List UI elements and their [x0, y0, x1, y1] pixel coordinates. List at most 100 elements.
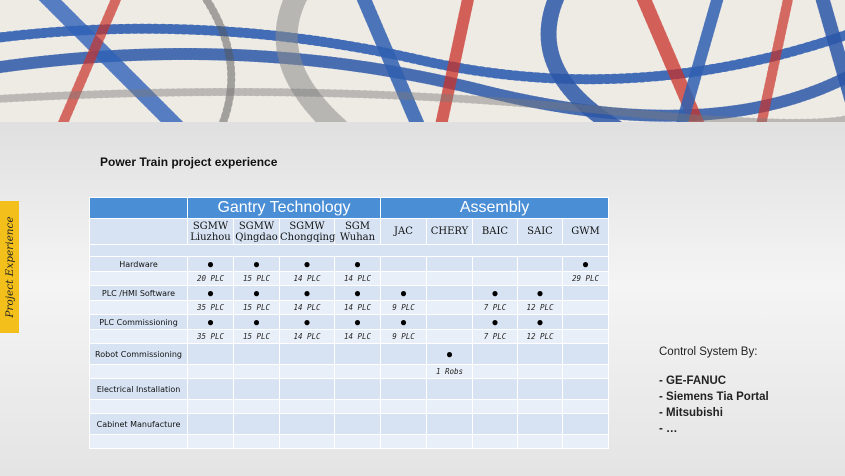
company-name: SGMW [238, 220, 275, 232]
filled-dot-icon: ● [279, 285, 335, 301]
table-value-row: 20 PLC 15 PLC 14 PLC 14 PLC 29 PLC [89, 271, 610, 286]
filled-dot-icon: ● [233, 256, 280, 272]
row-label: Electrical Installation [89, 378, 188, 400]
company-name: BAIC [481, 226, 509, 237]
empty-cell [472, 378, 518, 400]
row-label: Cabinet Manufacture [89, 413, 188, 435]
empty-cell [233, 378, 280, 400]
table-value-row: 35 PLC 15 PLC 14 PLC 14 PLC 9 PLC 7 PLC 12 PLC [89, 329, 610, 344]
company-name: CHERY [430, 226, 469, 237]
company-header: CHERY [426, 218, 473, 245]
empty-cell [472, 256, 518, 272]
plc-count [426, 271, 473, 286]
plc-count [517, 271, 563, 286]
plc-count [187, 434, 234, 449]
company-name: SGMW [192, 220, 229, 232]
plc-count: 7 PLC [472, 329, 518, 344]
table-row: PLC /HMI Software ● ● ● ● ● ● ● [89, 285, 610, 301]
blank-cell [89, 434, 188, 449]
filled-dot-icon: ● [334, 285, 381, 301]
filled-dot-icon: ● [187, 314, 234, 330]
filled-dot-icon: ● [187, 256, 234, 272]
row-label: Hardware [89, 256, 188, 272]
plc-count [472, 434, 518, 449]
plc-count: 7 PLC [472, 300, 518, 315]
decorative-banner [0, 0, 845, 122]
empty-cell [561, 378, 610, 400]
empty-cell [279, 378, 335, 400]
filled-dot-icon: ● [334, 314, 381, 330]
table-corner [89, 197, 188, 219]
blank-cell [89, 364, 188, 379]
plc-count [233, 434, 280, 449]
plc-count: 20 PLC [187, 271, 234, 286]
blank-cell [89, 399, 188, 414]
plc-count [472, 364, 518, 379]
table-row: Electrical Installation [89, 378, 610, 400]
plc-count [561, 399, 610, 414]
plc-count [233, 399, 280, 414]
filled-dot-icon: ● [380, 314, 427, 330]
empty-cell [233, 413, 280, 435]
plc-count: 14 PLC [334, 300, 381, 315]
empty-cell [380, 378, 427, 400]
empty-cell [426, 314, 473, 330]
filled-dot-icon: ● [472, 314, 518, 330]
empty-cell [334, 343, 381, 365]
table-row: PLC Commissioning ● ● ● ● ● ● ● [89, 314, 610, 330]
plc-count [472, 271, 518, 286]
empty-cell [187, 413, 234, 435]
company-header-row: SGMW Liuzhou SGMW Qingdao SGMW Chongqing SGM Wu… [89, 218, 610, 245]
filled-dot-icon: ● [279, 314, 335, 330]
company-corner [89, 218, 188, 245]
plc-count [517, 364, 563, 379]
plc-count [472, 399, 518, 414]
control-system-item: - Siemens Tia Portal [659, 391, 769, 403]
plc-count [334, 434, 381, 449]
group-assembly: Assembly [379, 197, 610, 219]
empty-cell [517, 413, 563, 435]
plc-count [187, 364, 234, 379]
company-name: SGMW [289, 220, 325, 232]
plc-count [279, 434, 335, 449]
empty-cell [472, 413, 518, 435]
plc-count [380, 399, 427, 414]
company-name: GWM [571, 226, 600, 237]
company-location: Liuzhou [190, 231, 231, 243]
plc-count: 35 PLC [187, 300, 234, 315]
empty-cell [279, 413, 335, 435]
company-location: Chongqing [280, 231, 336, 243]
empty-cell [334, 378, 381, 400]
table-row: Robot Commissioning ● [89, 343, 610, 365]
plc-count: 14 PLC [279, 271, 335, 286]
plc-count: 1 Robs [426, 364, 473, 379]
page-title: Power Train project experience [100, 155, 278, 169]
plc-count: 9 PLC [380, 300, 427, 315]
empty-cell [561, 314, 610, 330]
side-tab-label: Project Experience [3, 216, 16, 318]
row-label: Robot Commissioning [89, 343, 188, 365]
filled-dot-icon: ● [187, 285, 234, 301]
spacer-row [88, 244, 610, 257]
plc-count: 15 PLC [233, 300, 280, 315]
control-system-panel: Control System By: - GE-FANUC - Siemens … [659, 344, 769, 437]
filled-dot-icon: ● [472, 285, 518, 301]
control-system-item: - GE-FANUC [659, 375, 727, 387]
filled-dot-icon: ● [334, 256, 381, 272]
plc-count: 35 PLC [187, 329, 234, 344]
company-name: JAC [394, 226, 413, 237]
control-system-heading: Control System By: [659, 346, 758, 358]
row-label: PLC /HMI Software [89, 285, 188, 301]
plc-count: 12 PLC [517, 329, 563, 344]
filled-dot-icon: ● [561, 256, 610, 272]
company-name: SGM [344, 220, 371, 232]
plc-count [561, 434, 610, 449]
plc-count [334, 399, 381, 414]
plc-count [380, 364, 427, 379]
company-header: SAIC [517, 218, 563, 245]
filled-dot-icon: ● [426, 343, 473, 365]
company-header: SGMW Liuzhou [187, 218, 234, 245]
empty-cell [279, 343, 335, 365]
plc-count [426, 399, 473, 414]
plc-count: 12 PLC [517, 300, 563, 315]
